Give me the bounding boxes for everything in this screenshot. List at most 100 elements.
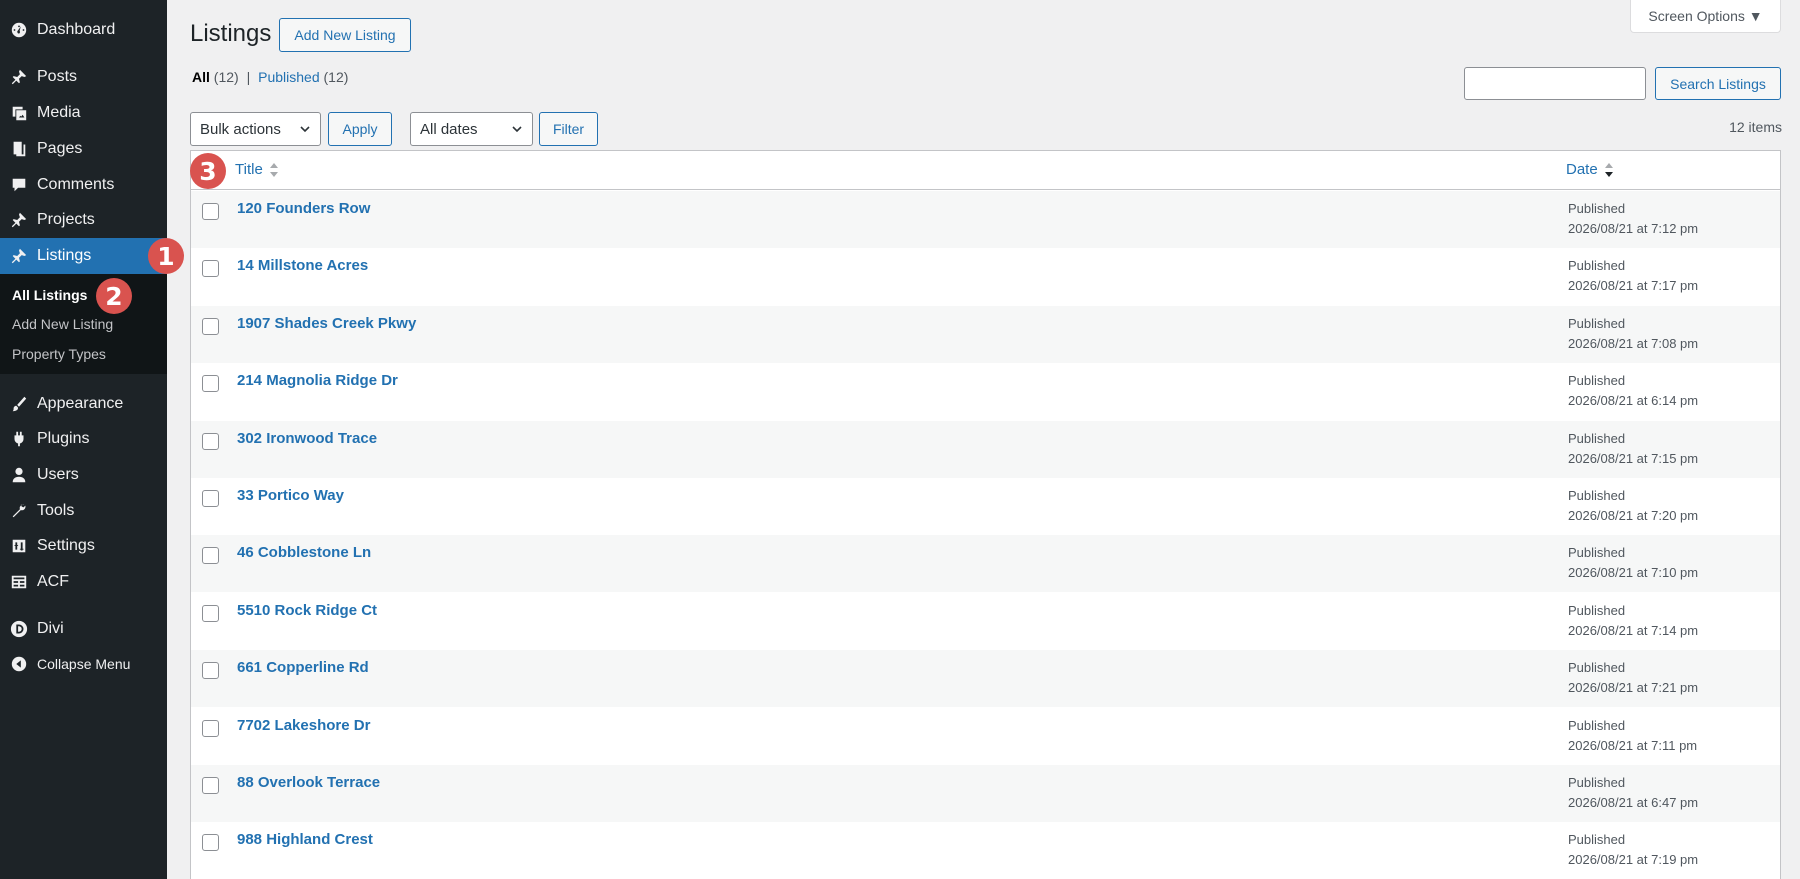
column-title-header[interactable]: Title	[235, 161, 279, 178]
menu-label: Pages	[37, 140, 83, 157]
media-icon	[9, 103, 29, 123]
post-status: Published	[1568, 258, 1626, 274]
menu-item-listings[interactable]: Listings	[0, 238, 167, 274]
menu-item-pages[interactable]: Pages	[0, 131, 167, 167]
dates-value: All dates	[420, 120, 478, 138]
listing-title-link[interactable]: 33 Portico Way	[237, 487, 344, 504]
column-date-header[interactable]: Date	[1566, 161, 1614, 178]
user-icon	[9, 465, 29, 485]
column-title-label: Title	[235, 161, 263, 178]
pin-icon	[9, 246, 29, 266]
submenu-add-new-listing[interactable]: Add New Listing	[12, 316, 113, 332]
view-separator: |	[246, 69, 251, 85]
wrench-icon	[9, 501, 29, 521]
row-checkbox[interactable]	[202, 604, 219, 622]
table-row: 33 Portico Way Published 2026/08/21 at 7:2…	[191, 478, 1780, 535]
listing-title-link[interactable]: 14 Millstone Acres	[237, 257, 368, 274]
view-all-count: (12)	[213, 69, 239, 85]
menu-item-dashboard[interactable]: Dashboard	[0, 12, 167, 48]
listing-title-link[interactable]: 661 Copperline Rd	[237, 659, 369, 676]
listing-title-link[interactable]: 214 Magnolia Ridge Dr	[237, 372, 398, 389]
submenu-all-listings[interactable]: All Listings	[12, 287, 87, 303]
post-status: Published	[1568, 545, 1626, 561]
menu-item-appearance[interactable]: Appearance	[0, 386, 167, 422]
annotation-badge: 3	[190, 153, 226, 189]
menu-label: Collapse Menu	[37, 656, 131, 672]
row-checkbox[interactable]	[202, 547, 219, 565]
sort-icon	[269, 162, 278, 177]
search-listings-button[interactable]: Search Listings	[1655, 67, 1781, 100]
post-status: Published	[1568, 660, 1626, 676]
listing-title-link[interactable]: 120 Founders Row	[237, 200, 370, 217]
menu-item-plugins[interactable]: Plugins	[0, 421, 167, 457]
table-row: 988 Highland Crest Published 2026/08/21 at…	[191, 822, 1780, 879]
bulk-actions-select[interactable]: Bulk actions	[190, 112, 321, 146]
items-count: 12 items	[1729, 119, 1782, 135]
row-checkbox[interactable]	[202, 203, 219, 220]
listing-title-link[interactable]: 302 Ironwood Trace	[237, 430, 377, 447]
chevron-down-icon	[512, 126, 522, 133]
menu-item-tools[interactable]: Tools	[0, 493, 167, 529]
search-input[interactable]	[1464, 67, 1646, 100]
screen-options-button[interactable]: Screen Options ▼	[1630, 0, 1781, 33]
view-filters: All (12) | Published (12)	[192, 69, 348, 85]
post-date: 2026/08/21 at 7:17 pm	[1568, 278, 1699, 294]
add-new-listing-button[interactable]: Add New Listing	[279, 18, 411, 52]
dates-select[interactable]: All dates	[410, 112, 533, 146]
listing-title-link[interactable]: 46 Cobblestone Ln	[237, 544, 371, 561]
listings-table: Title Date 120 Founders Row Published 2026…	[190, 150, 1781, 879]
menu-label: ACF	[37, 573, 69, 590]
bulk-actions-value: Bulk actions	[200, 120, 281, 138]
page-title: Listings	[190, 20, 272, 47]
menu-label: Comments	[37, 176, 115, 193]
apply-button[interactable]: Apply	[328, 112, 392, 146]
post-status: Published	[1568, 775, 1626, 790]
menu-item-projects[interactable]: Projects	[0, 202, 167, 238]
row-checkbox[interactable]	[202, 662, 219, 680]
post-date: 2026/08/21 at 7:19 pm	[1568, 852, 1699, 868]
submenu-property-types[interactable]: Property Types	[12, 346, 106, 362]
listing-title-link[interactable]: 88 Overlook Terrace	[237, 774, 380, 791]
listing-title-link[interactable]: 5510 Rock Ridge Ct	[237, 602, 377, 619]
view-all-link[interactable]: All	[192, 69, 210, 85]
dashboard-icon	[9, 20, 29, 40]
sort-desc-icon	[1604, 162, 1613, 177]
row-checkbox[interactable]	[202, 834, 219, 852]
filter-button[interactable]: Filter	[539, 112, 598, 146]
row-checkbox[interactable]	[202, 317, 219, 335]
menu-item-comments[interactable]: Comments	[0, 167, 167, 203]
post-status: Published	[1568, 832, 1626, 848]
comment-icon	[9, 175, 29, 195]
post-status: Published	[1568, 201, 1626, 216]
listing-title-link[interactable]: 988 Highland Crest	[237, 831, 373, 848]
menu-label: Settings	[37, 537, 95, 554]
menu-item-media[interactable]: Media	[0, 95, 167, 131]
row-checkbox[interactable]	[202, 719, 219, 737]
post-status: Published	[1568, 602, 1626, 618]
row-checkbox[interactable]	[202, 777, 219, 794]
table-header: Title Date	[191, 151, 1780, 190]
post-date: 2026/08/21 at 7:21 pm	[1568, 680, 1699, 696]
table-row: 7702 Lakeshore Dr Published 2026/08/21 at …	[191, 708, 1780, 765]
listing-title-link[interactable]: 7702 Lakeshore Dr	[237, 717, 370, 734]
row-checkbox[interactable]	[202, 260, 219, 278]
menu-item-divi[interactable]: Divi	[0, 611, 167, 647]
menu-item-settings[interactable]: Settings	[0, 528, 167, 564]
menu-item-acf[interactable]: ACF	[0, 564, 167, 600]
post-date: 2026/08/21 at 7:11 pm	[1568, 737, 1698, 753]
row-checkbox[interactable]	[202, 375, 219, 393]
view-published-link[interactable]: Published	[258, 69, 320, 85]
collapse-menu-button[interactable]: Collapse Menu	[0, 646, 167, 682]
table-row: 302 Ironwood Trace Published 2026/08/21 at…	[191, 420, 1780, 478]
settings-icon	[9, 536, 29, 556]
listing-title-link[interactable]: 1907 Shades Creek Pkwy	[237, 315, 416, 332]
row-checkbox[interactable]	[202, 432, 219, 450]
table-row: 214 Magnolia Ridge Dr Published 2026/08/21…	[191, 363, 1780, 420]
table-row: 661 Copperline Rd Published 2026/08/21 at …	[191, 650, 1780, 708]
chevron-down-icon	[300, 126, 310, 133]
menu-item-users[interactable]: Users	[0, 457, 167, 493]
menu-item-posts[interactable]: Posts	[0, 59, 167, 95]
row-checkbox[interactable]	[202, 490, 219, 507]
plugin-icon	[9, 429, 29, 449]
menu-label: Posts	[37, 68, 78, 85]
